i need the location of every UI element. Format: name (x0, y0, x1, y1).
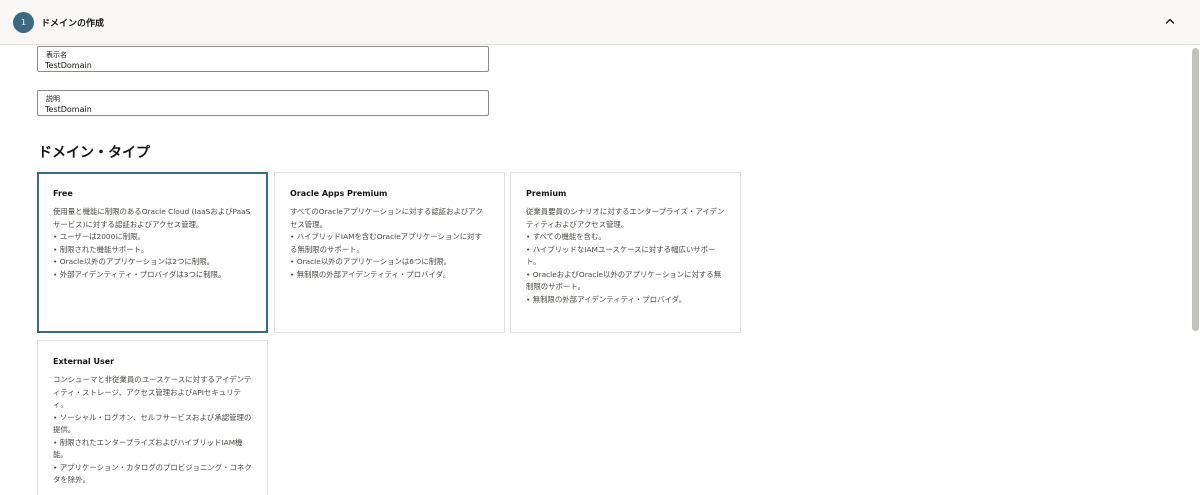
card-line: • 外部アイデンティティ・プロバイダは3つに制限。 (53, 269, 226, 279)
card-line: • ハイブリッドIAMを含むOracleアプリケーションに対する無制限のサポート… (290, 232, 482, 254)
domain-type-heading: ドメイン・タイプ (38, 145, 150, 161)
card-line: • アプリケーション・カタログのプロビジョニング・コネクタを除外。 (53, 462, 252, 485)
card-line: • 無制限の外部アイデンティティ・プロバイダ。 (526, 294, 687, 304)
domain-type-card-oracle-apps-premium[interactable]: Oracle Apps Premium すべてのOracleアプリケーションに対… (274, 172, 505, 333)
card-description: コンシューマと非従業員のユースケースに対するアイデンティティ・ストレージ、アクセ… (53, 374, 252, 487)
description-input[interactable] (45, 103, 475, 115)
card-title: Premium (526, 189, 567, 198)
description-field[interactable]: 説明 (37, 90, 489, 116)
card-line: • ソーシャル・ログオン、セルフサービスおよび承認管理の提供。 (53, 412, 252, 435)
display-name-input[interactable] (45, 59, 475, 71)
card-line: • すべての機能を含む。 (526, 232, 606, 241)
domain-type-card-premium[interactable]: Premium 従業員要員のシナリオに対するエンタープライズ・アイデンティティお… (510, 172, 741, 333)
card-title: Free (53, 189, 73, 198)
card-line: • OracleおよびOracle以外のアプリケーションに対する無制限のサポート… (526, 269, 722, 292)
chevron-up-icon[interactable] (1163, 14, 1177, 28)
card-line: • ユーザーは2000に制限。 (53, 232, 145, 241)
card-line: すべてのOracleアプリケーションに対する認証およびアクセス管理。 (290, 207, 483, 229)
card-line: • 無制限の外部アイデンティティ・プロバイダ。 (290, 269, 451, 279)
section-header[interactable]: 1 ドメインの作成 (0, 0, 1200, 45)
card-line: • 制限されたエンタープライズおよびハイブリッドIAM機能。 (53, 437, 243, 460)
card-line: • 制限された機能サポート。 (53, 244, 149, 254)
scrollbar-thumb[interactable] (1192, 48, 1199, 331)
card-description: 使用量と機能に制限のあるOracle Cloud (IaaSおよびPaaSサービ… (53, 206, 252, 281)
domain-type-card-external-user[interactable]: External User コンシューマと非従業員のユースケースに対するアイデン… (37, 340, 268, 495)
step-number-badge: 1 (13, 12, 34, 33)
card-title: External User (53, 357, 115, 366)
card-line: • ハイブリッドなIAMユースケースに対する幅広いサポート。 (526, 244, 716, 267)
card-description: すべてのOracleアプリケーションに対する認証およびアクセス管理。 • ハイブ… (290, 206, 489, 281)
display-name-field[interactable]: 表示名 (37, 46, 489, 72)
card-title: Oracle Apps Premium (290, 189, 388, 198)
section-title: ドメインの作成 (41, 19, 105, 29)
card-line: • Oracle以外のアプリケーションは2つに制限。 (53, 257, 214, 266)
card-line: 従業員要員のシナリオに対するエンタープライズ・アイデンティティおよびアクセス管理… (526, 207, 725, 229)
card-line: 使用量と機能に制限のあるOracle Cloud (IaaSおよびPaaSサービ… (53, 207, 251, 229)
card-line: コンシューマと非従業員のユースケースに対するアイデンティティ・ストレージ、アクセ… (53, 375, 252, 409)
domain-type-card-free[interactable]: Free 使用量と機能に制限のあるOracle Cloud (IaaSおよびPa… (37, 172, 268, 333)
card-description: 従業員要員のシナリオに対するエンタープライズ・アイデンティティおよびアクセス管理… (526, 206, 725, 306)
card-line: • Oracle以外のアプリケーションは6つに制限。 (290, 257, 451, 266)
